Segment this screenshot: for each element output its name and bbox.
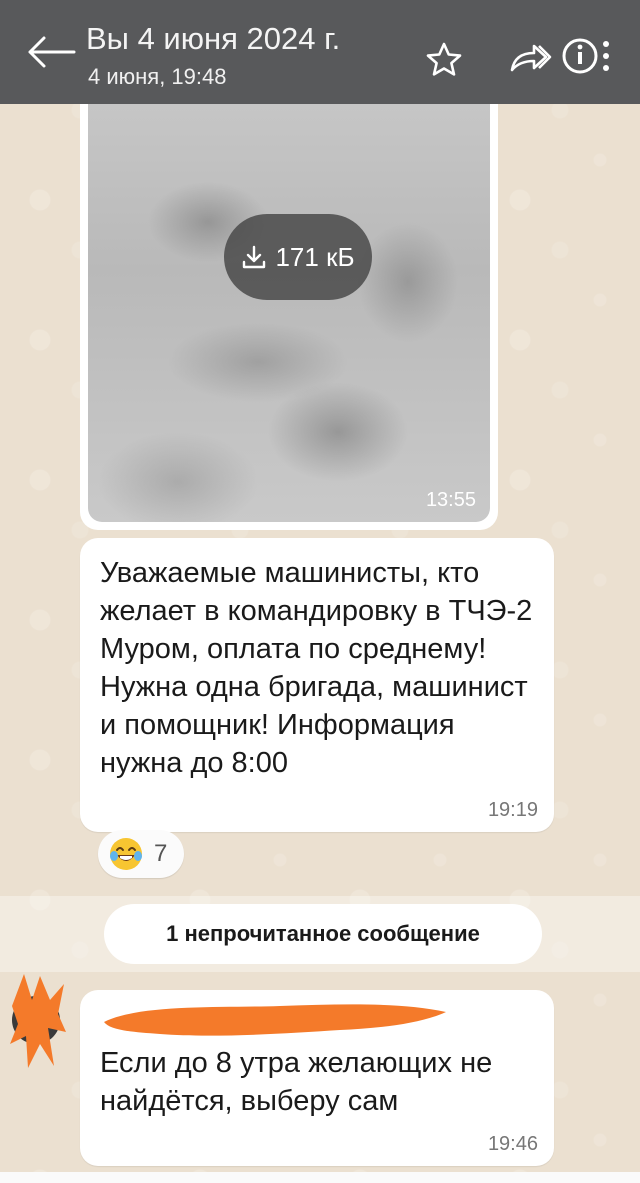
message-time: 19:46 <box>487 1133 538 1155</box>
download-button[interactable]: 171 кБ <box>224 214 372 300</box>
blurred-image-preview[interactable]: 171 кБ 13:55 <box>88 102 490 522</box>
message-bubble[interactable]: Уважаемые машинисты, кто желает в команд… <box>80 538 554 832</box>
back-arrow-icon <box>28 36 76 68</box>
back-button[interactable] <box>22 30 78 74</box>
forward-icon <box>510 44 552 72</box>
header-title: Вы 4 июня 2024 г. <box>86 21 341 56</box>
download-icon <box>243 245 266 269</box>
info-button[interactable] <box>560 34 618 78</box>
header-subtitle: 4 июня, 19:48 <box>88 64 227 89</box>
message-text: Уважаемые машинисты, кто желает в команд… <box>100 557 533 779</box>
tears-of-joy-emoji-icon <box>110 838 142 870</box>
message-time: 19:19 <box>487 799 538 821</box>
forward-button[interactable] <box>506 38 552 78</box>
avatar[interactable] <box>6 970 68 1068</box>
image-time: 13:55 <box>425 489 476 511</box>
image-message[interactable]: 171 кБ 13:55 <box>80 96 498 530</box>
reaction-count: 7 <box>154 840 168 867</box>
redacted-sender-name <box>104 1004 446 1036</box>
avatar-scribble <box>10 974 66 1068</box>
star-icon <box>426 42 462 76</box>
bottom-strip <box>0 1172 640 1183</box>
star-button[interactable] <box>424 40 464 80</box>
message-text: Если до 8 утра желающих не найдётся, выб… <box>100 1047 493 1117</box>
download-size: 171 кБ <box>275 241 355 272</box>
reaction-badge[interactable]: 7 <box>98 830 184 878</box>
message-bubble[interactable]: Если до 8 утра желающих не найдётся, выб… <box>80 990 554 1166</box>
info-icon <box>562 38 609 74</box>
unread-divider: 1 непрочитанное сообщение <box>104 904 542 964</box>
message-info-header: Вы 4 июня 2024 г. 4 июня, 19:48 <box>0 0 640 104</box>
